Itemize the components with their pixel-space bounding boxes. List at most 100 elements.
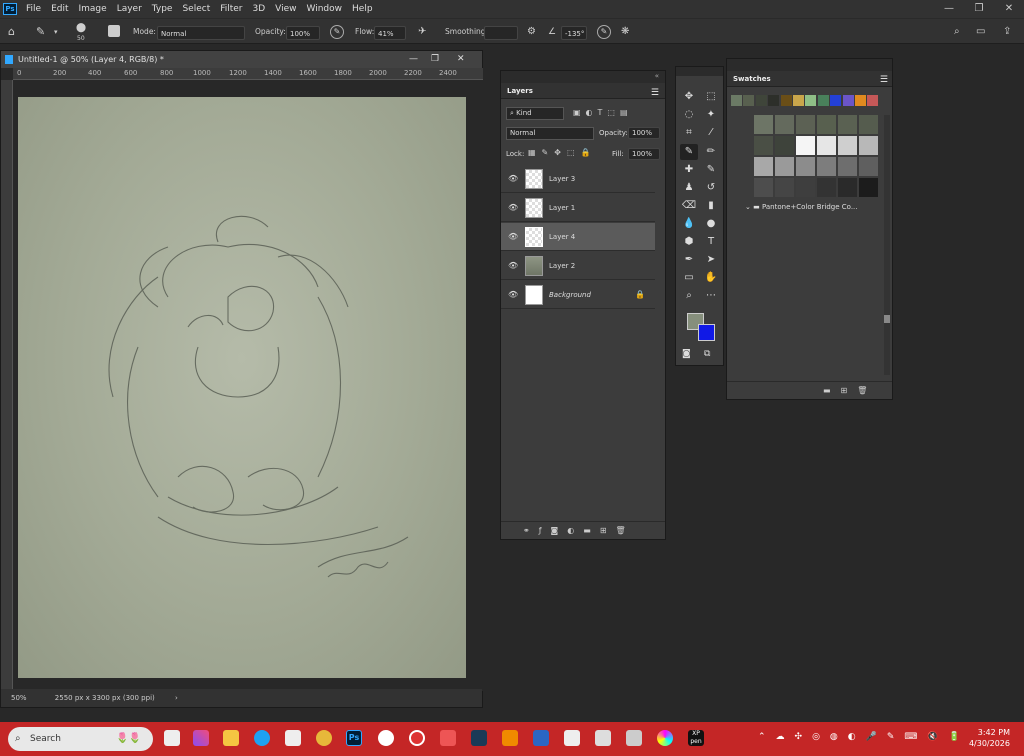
stamp-tool-icon[interactable]: ♟	[680, 180, 698, 196]
more-tools-icon[interactable]: ⋯	[702, 288, 720, 304]
quick-mask-icon[interactable]: ◙	[682, 349, 691, 359]
swatches-scrollbar[interactable]	[884, 115, 890, 375]
swatches-footer-icons[interactable]: ▬⊞🗑	[727, 381, 892, 399]
menu-layer[interactable]: Layer	[112, 4, 147, 14]
layer-row[interactable]: 👁 Layer 2	[501, 252, 655, 280]
rectangle-tool-icon[interactable]: ▭	[680, 270, 698, 286]
brush-tool-icon[interactable]: ✎	[36, 25, 45, 39]
color-swatch[interactable]	[754, 157, 773, 176]
blend-mode-select[interactable]: Normal	[506, 127, 594, 140]
menu-file[interactable]: File	[21, 4, 46, 14]
menu-type[interactable]: Type	[147, 4, 178, 14]
color-swatch[interactable]	[796, 136, 815, 155]
eye-icon[interactable]: 👁	[508, 291, 518, 299]
hand-tool-icon[interactable]: ✋	[702, 270, 720, 286]
layer-row[interactable]: 👁 Background 🔒	[501, 281, 655, 309]
symmetry-icon[interactable]: ❋	[621, 25, 629, 39]
layer-row[interactable]: 👁 Layer 3	[501, 165, 655, 193]
gradient-tool-icon[interactable]: ▮	[702, 198, 720, 214]
panel-menu-icon[interactable]: ☰	[880, 72, 888, 88]
color-swatch[interactable]	[838, 115, 857, 134]
app-icon[interactable]	[595, 730, 611, 746]
canvas-area[interactable]	[13, 80, 483, 691]
flow-field[interactable]: 41%	[374, 26, 406, 40]
word-icon[interactable]	[533, 730, 549, 746]
pencil-tool-icon[interactable]: ✏	[702, 144, 720, 160]
color-swatch[interactable]	[754, 178, 773, 197]
panel-menu-icon[interactable]: ☰	[651, 85, 659, 101]
scrollbar-thumb[interactable]	[884, 315, 890, 323]
color-swatch[interactable]	[838, 178, 857, 197]
screen-mode-icon[interactable]: ⧉	[704, 349, 710, 359]
swatch-folder[interactable]: ⌄ ▬ Pantone+Color Bridge Co...	[745, 203, 858, 211]
edge-icon[interactable]	[254, 730, 270, 746]
color-swatch[interactable]	[775, 157, 794, 176]
menu-help[interactable]: Help	[347, 4, 378, 14]
layer-row[interactable]: 👁 Layer 1	[501, 194, 655, 222]
healing-brush-icon[interactable]: ✚	[680, 162, 698, 178]
calculator-icon[interactable]	[626, 730, 642, 746]
collapse-icon[interactable]: «	[655, 72, 659, 80]
recent-swatch[interactable]	[867, 95, 879, 106]
app-icon[interactable]	[564, 730, 580, 746]
recent-swatch[interactable]	[817, 95, 829, 106]
chevron-down-icon[interactable]: ▾	[54, 25, 58, 39]
lock-icons[interactable]: ▦✎✥⬚🔒	[528, 148, 596, 157]
color-swatch[interactable]	[817, 178, 836, 197]
layer-opacity-field[interactable]: 100%	[628, 127, 660, 139]
color-swatch[interactable]	[775, 115, 794, 134]
color-swatch[interactable]	[817, 157, 836, 176]
copilot-icon[interactable]	[193, 730, 209, 746]
background-color-swatch[interactable]	[698, 324, 715, 341]
share-icon[interactable]: ⇪	[1003, 25, 1011, 39]
color-swatch[interactable]	[817, 136, 836, 155]
eye-icon[interactable]: 👁	[508, 233, 518, 241]
app-icon[interactable]	[409, 730, 425, 746]
photos-icon[interactable]	[285, 730, 301, 746]
blur-tool-icon[interactable]: 💧	[680, 216, 698, 232]
color-swatch[interactable]	[754, 115, 773, 134]
search-icon[interactable]: ⌕	[954, 25, 960, 39]
brush-tool-icon[interactable]: ✎	[680, 144, 698, 160]
color-swatch[interactable]	[817, 115, 836, 134]
layers-footer-icons[interactable]: ⚭ƒ◙◐▬⊞🗑	[501, 521, 665, 539]
angle-field[interactable]: -135°	[561, 26, 587, 40]
opacity-field[interactable]: 100%	[286, 26, 320, 40]
color-swatch[interactable]	[775, 178, 794, 197]
3d-object-icon[interactable]: ⬢	[680, 234, 698, 250]
artboard[interactable]	[18, 97, 466, 678]
document-tab[interactable]: Untitled-1 @ 50% (Layer 4, RGB/8) * — ❐ …	[1, 51, 482, 68]
recent-swatch[interactable]	[855, 95, 866, 106]
color-swatch[interactable]	[754, 136, 773, 155]
tab-swatches[interactable]: Swatches ☰	[727, 71, 892, 87]
lasso-tool-icon[interactable]: ◌	[680, 107, 698, 123]
menu-3d[interactable]: 3D	[248, 4, 271, 14]
vlc-icon[interactable]	[502, 730, 518, 746]
maximize-button[interactable]: ❐	[964, 0, 994, 18]
app-icon[interactable]	[657, 730, 673, 746]
recent-swatch[interactable]	[768, 95, 780, 106]
system-tray-icons[interactable]: ⌃☁✣◎◍◐🎤✎⌨🔇🔋	[758, 732, 970, 742]
minimize-button[interactable]: —	[934, 0, 964, 18]
filter-kind-select[interactable]: ⌕ Kind	[506, 107, 564, 120]
workspace-icon[interactable]: ▭	[976, 25, 985, 39]
status-chevron-icon[interactable]: ›	[175, 694, 178, 702]
eye-icon[interactable]: 👁	[508, 175, 518, 183]
color-swatch[interactable]	[775, 136, 794, 155]
color-swatch[interactable]	[859, 115, 878, 134]
eye-icon[interactable]: 👁	[508, 262, 518, 270]
home-icon[interactable]: ⌂	[8, 25, 15, 39]
photoshop-taskbar-icon[interactable]: Ps	[346, 730, 362, 746]
color-swatch[interactable]	[796, 157, 815, 176]
move-tool-icon[interactable]: ✥	[680, 89, 698, 105]
layer-filter-icons[interactable]: ▣◐T⬚▤	[573, 108, 633, 117]
color-swatch[interactable]	[796, 115, 815, 134]
menu-view[interactable]: View	[270, 4, 301, 14]
crop-tool-icon[interactable]: ⌗	[680, 125, 698, 141]
history-brush-icon[interactable]: ↺	[702, 180, 720, 196]
layer-row-active[interactable]: 👁 Layer 4	[501, 223, 655, 251]
recent-swatch[interactable]	[793, 95, 804, 106]
app-icon[interactable]	[378, 730, 394, 746]
color-swatch[interactable]	[859, 136, 878, 155]
menu-select[interactable]: Select	[177, 4, 215, 14]
